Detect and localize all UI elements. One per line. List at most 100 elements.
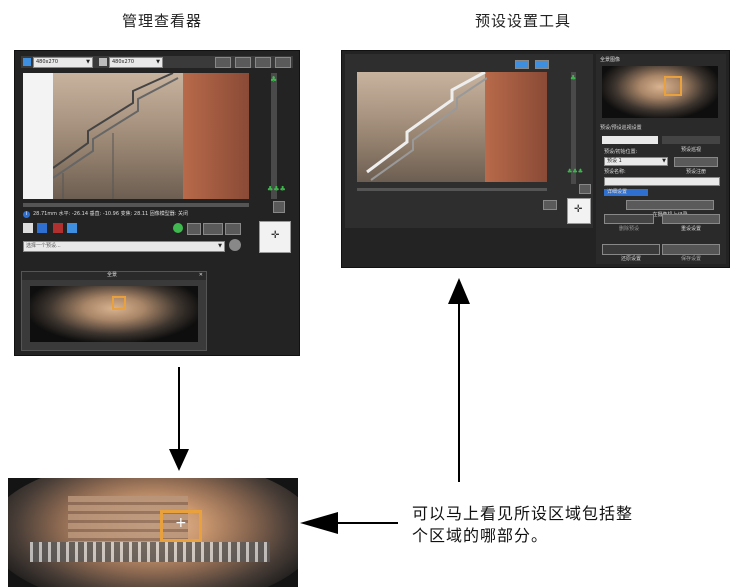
pan-tilt-pad[interactable]: ✛ [259,221,291,253]
pan-slider[interactable] [357,188,547,191]
railing [30,542,270,562]
snapshot-icon[interactable] [515,60,529,69]
delete-preset-label: 删除预设 [618,226,639,232]
preset-dropdown-value: 预设 1 [607,158,622,164]
save-button[interactable] [37,223,47,233]
up-arrow-shaft [458,302,460,482]
preset-register-label: 预设注册 [685,169,706,175]
callout-line-1: 可以马上看见所设区域包括整 [412,504,634,523]
snapshot-button[interactable] [23,223,33,233]
callout-text: 可以马上看见所设区域包括整 个区域的哪部分。 [412,503,736,547]
capture-size-icon [99,58,107,66]
chevron-down-icon: ▼ [662,158,666,164]
preset-live-video[interactable] [357,72,547,182]
up-arrow-head [448,278,470,304]
preset-register-button[interactable]: 预设注册 [674,157,718,175]
window-pane [23,73,53,199]
zoom-slider[interactable]: ♣ ♣♣♣ [267,73,286,199]
record-button[interactable] [53,223,63,233]
left-arrow-shaft [336,522,398,524]
preset-tabs: 预设 预设巡视 [602,136,720,153]
tool-button[interactable] [255,57,271,68]
restore-settings-label: 还原设置 [620,256,641,262]
preset-dropdown[interactable]: 预设 1 ▼ [604,157,668,166]
detail-settings-label: 详细设置 [607,189,628,195]
go-preset-button[interactable] [229,239,241,251]
zoom-wide-icon: ♣♣♣ [567,168,584,175]
center-cross-icon: + [175,515,187,531]
preset-name-input[interactable] [604,177,720,186]
detail-settings-link[interactable]: 详细设置 [604,189,648,196]
side-button[interactable] [579,184,591,194]
control-row [23,223,249,235]
chevron-down-icon: ▼ [156,59,160,65]
panorama-window: 全景 ✕ [21,271,207,351]
preset-tool-window: ♣ ♣♣♣ ✛ 全景图像 预设/预设巡视设置 预设 预设巡视 预设/初始位置: … [341,50,730,268]
left-heading: 管理查看器 [122,12,203,30]
left-arrow-head [300,512,338,534]
right-heading: 预设设置工具 [475,12,572,30]
staircase-graphic [366,72,487,181]
pan-tilt-pad[interactable]: ✛ [567,198,591,224]
preset-video-pane: ♣ ♣♣♣ ✛ [345,54,593,228]
swap-icon[interactable] [535,60,549,69]
info-icon: i [23,211,30,218]
close-icon[interactable]: ✕ [199,273,203,278]
crosshair-icon: ✛ [574,204,583,215]
edit-button[interactable] [67,223,77,233]
view-frame-marker [112,296,126,310]
fullscreen-button[interactable] [215,57,231,68]
swap-button[interactable] [235,57,251,68]
chevron-down-icon: ▼ [218,243,222,249]
display-button[interactable] [543,200,557,210]
brick-wall [183,73,249,199]
save-settings-button[interactable]: 保存设置 [662,244,720,262]
view-frame-marker [664,76,682,96]
preset-name-label: 预设名称: [604,169,626,175]
brick-wall [485,72,547,182]
reset-settings-button[interactable]: 重设设置 [662,214,720,232]
zoom-tele-icon: ♣ [270,75,278,84]
down-arrow-shaft [178,367,180,451]
side-button[interactable] [273,201,285,213]
delete-preset-button[interactable]: 删除预设 [604,214,654,232]
viewer-toolbar: 480x270 ▼ 480x270 ▼ [21,56,293,68]
save-settings-label: 保存设置 [680,256,701,262]
panorama-title: 全景 [107,272,118,278]
reset-settings-label: 重设设置 [680,226,701,232]
selected-area-frame: + [160,510,202,542]
panorama-detail: + [8,478,298,587]
preset-label: 预设/初始位置: [604,149,638,155]
callout-line-2: 个区域的哪部分。 [412,526,549,545]
crosshair-icon: ✛ [271,230,280,241]
preset-panorama-image[interactable] [602,66,718,118]
down-arrow-head [169,449,189,471]
pan-slider[interactable] [23,203,249,207]
preset-select[interactable]: 选择一个预设... ▼ [23,241,225,252]
video-size-select[interactable]: 480x270 ▼ [33,57,93,68]
tab-preset-tour-label: 预设巡视 [680,147,701,153]
record-on-camera-button[interactable]: 在摄像机上记录 [626,200,714,218]
capture-size-value: 480x270 [112,59,135,65]
settings-button[interactable] [275,57,291,68]
video-size-value: 480x270 [36,59,59,65]
live-video[interactable] [23,73,249,199]
chevron-down-icon: ▼ [86,59,90,65]
preset-settings-pane: 全景图像 预设/预设巡视设置 预设 预设巡视 预设/初始位置: 预设 1 ▼ 预… [596,54,726,264]
panorama-titlebar: 全景 ✕ [22,272,206,280]
staircase-graphic [53,73,179,199]
zoom-slider[interactable]: ♣ ♣♣♣ [567,72,583,184]
restore-settings-button[interactable]: 还原设置 [602,244,660,262]
display-button[interactable] [225,223,241,235]
admin-viewer-window: 480x270 ▼ 480x270 ▼ ♣ ♣♣♣ i 28.71mm 水平: … [14,50,300,356]
mode-button[interactable] [203,223,223,235]
audio-button[interactable] [187,223,201,235]
panorama-image[interactable] [30,286,198,342]
status-line: i 28.71mm 水平: -26.14 垂直: -10.96 变焦: 28.1… [23,211,249,219]
preset-select-value: 选择一个预设... [26,243,61,249]
capture-size-select[interactable]: 480x270 ▼ [109,57,163,68]
zoom-wide-icon: ♣♣♣ [267,185,286,193]
tab-preset-tour[interactable]: 预设巡视 [662,136,720,153]
tab-preset[interactable]: 预设 [602,136,658,153]
video-size-icon [23,58,31,66]
